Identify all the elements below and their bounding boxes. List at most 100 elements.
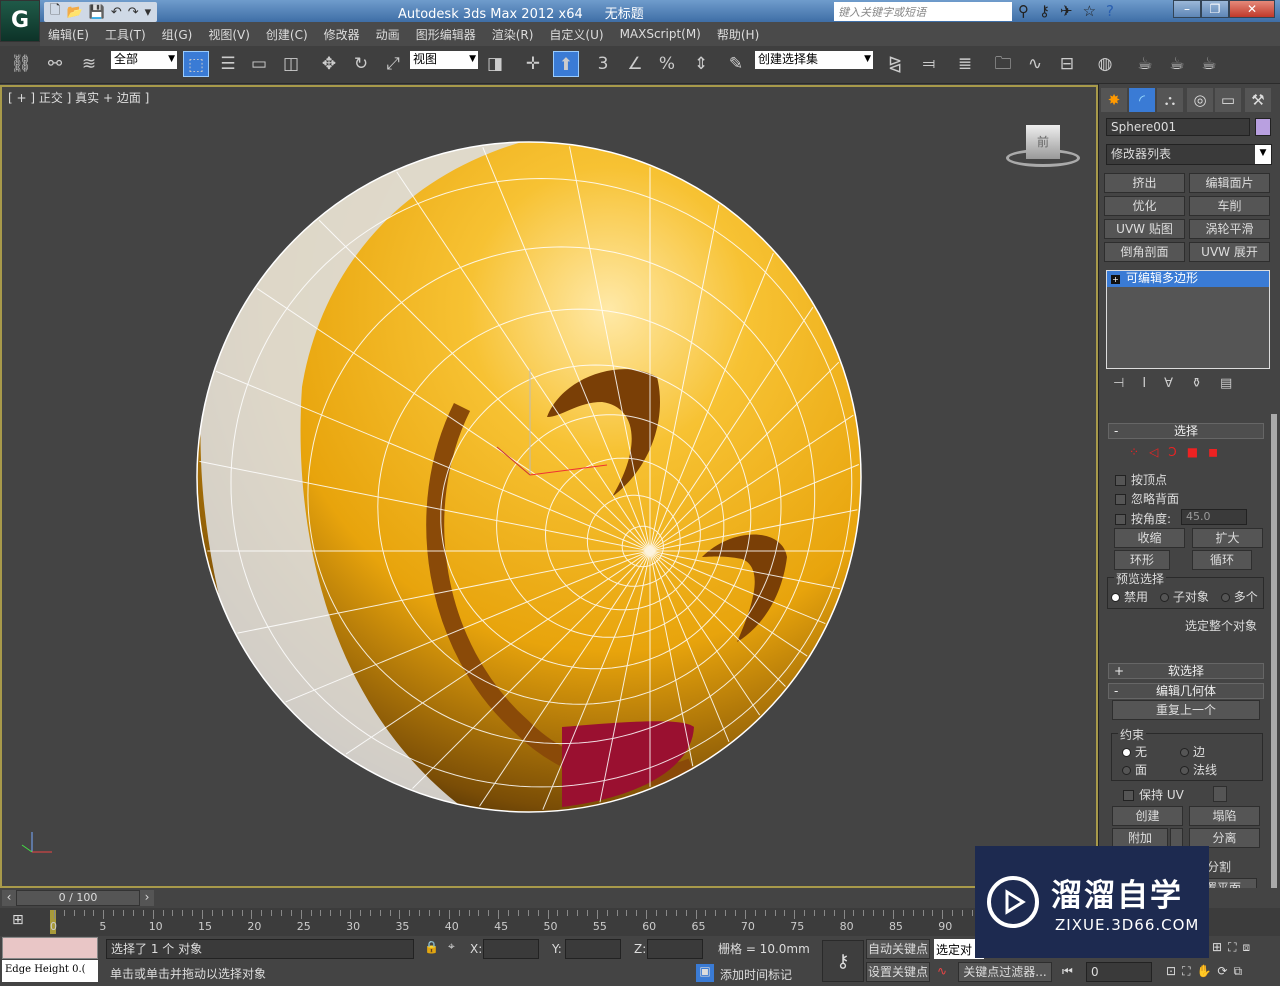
modifier-button[interactable]: 挤出 [1104,173,1185,193]
minimize-button[interactable]: – [1173,0,1201,18]
make-unique-icon[interactable]: ∀ [1164,376,1173,391]
orbit-icon[interactable]: ⟳ [1217,964,1227,979]
select-by-name-icon[interactable]: ☰ [215,51,241,77]
preview-subobject-radio[interactable]: 子对象 [1159,590,1209,604]
prev-frame-button[interactable]: ‹ [2,890,16,906]
key-mode-toggle-icon[interactable]: ⏮ [1062,964,1073,979]
key-tangent-icon[interactable]: ∿ [937,964,947,978]
unlink-icon[interactable]: ⚯ [42,51,68,77]
menu-item[interactable]: 动画 [368,26,408,43]
window-crossing-icon[interactable]: ◫ [278,51,304,77]
angle-snap-icon[interactable]: ∠ [622,51,648,77]
schematic-view-icon[interactable]: ⊟ [1054,51,1080,77]
hierarchy-tab-icon[interactable]: ⛬ [1157,88,1183,112]
angle-spinner[interactable]: 45.0 [1181,509,1247,525]
motion-tab-icon[interactable]: ◎ [1187,88,1213,112]
grow-button[interactable]: 扩大 [1192,528,1263,548]
preview-multi-radio[interactable]: 多个 [1220,590,1258,604]
pin-stack-icon[interactable]: ⊣ [1113,376,1124,391]
y-coordinate-input[interactable] [565,939,621,959]
link-icon[interactable]: ⛓ [8,51,34,77]
modifier-button[interactable]: UVW 贴图 [1104,219,1185,239]
next-frame-button[interactable]: › [140,890,154,906]
menu-item[interactable]: 编辑(E) [40,26,97,43]
menu-item[interactable]: MAXScript(M) [612,27,709,41]
constraint-normal-radio[interactable]: 法线 [1180,761,1217,778]
material-editor-icon[interactable]: ◍ [1092,51,1118,77]
select-object-icon[interactable]: ⬚ [183,51,209,77]
vertex-icon[interactable]: ⁘ [1129,445,1139,459]
keyboard-shortcut-override-icon[interactable]: ⬆ [553,51,579,77]
align-icon[interactable]: ⫤ [916,51,942,77]
menu-item[interactable]: 修改器 [316,26,368,43]
current-frame-input[interactable]: 0 [1086,962,1152,982]
rotate-icon[interactable]: ↻ [348,51,374,77]
set-key-icon[interactable]: ⚷ [822,940,864,982]
scale-icon[interactable]: ⤢ [380,51,406,77]
ignore-backfacing-checkbox[interactable]: 忽略背面 [1115,490,1179,507]
new-file-icon[interactable]: 🗋 [50,1,60,23]
pan-icon[interactable]: ✋ [1196,964,1211,979]
rect-selection-icon[interactable]: ▭ [246,51,272,77]
named-selection-dropdown[interactable]: 创建选择集 [755,51,873,69]
add-time-tag[interactable]: 添加时间标记 [720,966,792,983]
modifier-button[interactable]: UVW 展开 [1189,242,1270,262]
constraint-face-radio[interactable]: 面 [1122,761,1147,778]
set-key-button[interactable]: 设置关键点 [866,962,930,982]
menu-item[interactable]: 组(G) [154,26,201,43]
expand-plus-icon[interactable]: + [1111,275,1120,284]
zoom-extents-all-icon[interactable]: ⛶ [1228,940,1236,955]
field-of-view-icon[interactable]: ⛶ [1182,964,1190,979]
by-vertex-checkbox[interactable]: 按顶点 [1115,471,1167,488]
mirror-icon[interactable]: ⧎ [882,51,908,77]
menu-item[interactable]: 图形编辑器 [408,26,484,43]
lock-selection-icon[interactable]: 🔒 [424,940,439,954]
manipulate-icon[interactable]: ✛ [520,51,546,77]
modifier-button[interactable]: 倒角剖面 [1104,242,1185,262]
zoom-extents-icon[interactable]: ⊡ [1166,964,1176,979]
shrink-button[interactable]: 收缩 [1114,528,1185,548]
create-tab-icon[interactable]: ✸ [1101,88,1127,112]
help-icon[interactable]: ? [1106,2,1114,20]
loop-button[interactable]: 循环 [1192,550,1252,570]
reference-coordinate-dropdown[interactable]: 视图 [410,51,478,69]
attach-list-button[interactable] [1170,828,1183,848]
x-coordinate-input[interactable] [483,939,539,959]
rendered-frame-window-icon[interactable]: ☕ [1164,51,1190,77]
modifier-button[interactable]: 涡轮平滑 [1189,219,1270,239]
menu-item[interactable]: 创建(C) [258,26,316,43]
move-icon[interactable]: ✥ [316,51,342,77]
satellite-icon[interactable]: ✈ [1060,2,1073,20]
configure-sets-icon[interactable]: ▤ [1220,376,1232,391]
restore-button[interactable]: ❐ [1201,0,1229,18]
modifier-button[interactable]: 编辑面片 [1189,173,1270,193]
rollout-edit-geometry-header[interactable]: - 编辑几何体 [1108,683,1264,699]
absolute-mode-icon[interactable]: ⌖ [448,939,455,954]
spinner-snap-icon[interactable]: ⇕ [688,51,714,77]
maxscript-listener-top[interactable] [2,937,98,959]
search-input[interactable]: 键入关键字或短语 [834,2,1012,21]
customize-dropdown-icon[interactable]: ▾ [145,5,152,20]
edit-named-selection-icon[interactable]: ✎ [723,51,749,77]
create-button[interactable]: 创建 [1112,806,1183,826]
attach-button[interactable]: 附加 [1112,828,1168,848]
menu-item[interactable]: 渲染(R) [484,26,542,43]
snaps-toggle-icon[interactable]: 3 [590,51,616,77]
menu-item[interactable]: 工具(T) [97,26,154,43]
save-icon[interactable]: 💾 [89,5,105,20]
render-production-icon[interactable]: ☕ [1196,51,1222,77]
maxscript-listener-input[interactable]: Edge Height 0.( [2,960,98,982]
perspective-viewport[interactable]: [ + ] 正交 ] 真实 + 边面 ] 前 [0,85,1098,888]
star-icon[interactable]: ☆ [1083,2,1096,20]
constraint-edge-radio[interactable]: 边 [1180,743,1205,760]
modifier-list-dropdown[interactable]: 修改器列表 ▼ [1106,144,1272,165]
object-color-swatch[interactable] [1255,118,1271,136]
preserve-uv-checkbox[interactable]: 保持 UV [1123,786,1184,803]
zoom-extents-selected-icon[interactable]: ⧈ [1242,940,1250,955]
utilities-tab-icon[interactable]: ⚒ [1245,88,1271,112]
remove-modifier-icon[interactable]: ⚱ [1191,376,1202,391]
element-icon[interactable]: ◼ [1208,445,1218,459]
key-filters-button[interactable]: 关键点过滤器... [958,962,1052,982]
viewcube-front-face[interactable]: 前 [1026,125,1060,159]
key-icon[interactable]: ⚷ [1039,2,1050,20]
